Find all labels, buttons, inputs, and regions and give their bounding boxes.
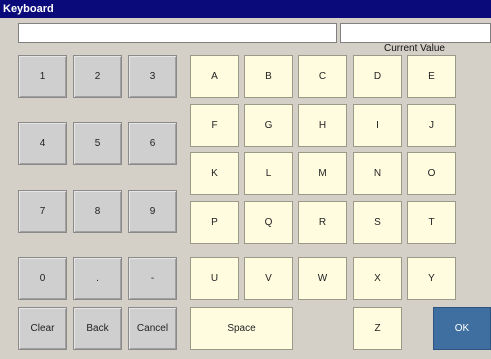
input-field[interactable] xyxy=(18,23,337,43)
key-p[interactable]: P xyxy=(190,201,239,244)
key-t[interactable]: T xyxy=(407,201,456,244)
back-button[interactable]: Back xyxy=(73,307,122,350)
key-b[interactable]: B xyxy=(244,55,293,98)
key-y[interactable]: Y xyxy=(407,257,456,300)
key-0[interactable]: 0 xyxy=(18,257,67,300)
key-7[interactable]: 7 xyxy=(18,190,67,233)
key-d[interactable]: D xyxy=(353,55,402,98)
key-x[interactable]: X xyxy=(353,257,402,300)
key-l[interactable]: L xyxy=(244,152,293,195)
key-s[interactable]: S xyxy=(353,201,402,244)
key-g[interactable]: G xyxy=(244,104,293,147)
key-8[interactable]: 8 xyxy=(73,190,122,233)
key-f[interactable]: F xyxy=(190,104,239,147)
window-title: Keyboard xyxy=(0,0,491,18)
key-j[interactable]: J xyxy=(407,104,456,147)
key-w[interactable]: W xyxy=(298,257,347,300)
key-1[interactable]: 1 xyxy=(18,55,67,98)
key-u[interactable]: U xyxy=(190,257,239,300)
cancel-button[interactable]: Cancel xyxy=(128,307,177,350)
key-e[interactable]: E xyxy=(407,55,456,98)
key-o[interactable]: O xyxy=(407,152,456,195)
key-3[interactable]: 3 xyxy=(128,55,177,98)
space-button[interactable]: Space xyxy=(190,307,293,350)
clear-button[interactable]: Clear xyxy=(18,307,67,350)
current-value-label: Current Value xyxy=(384,43,445,54)
key-k[interactable]: K xyxy=(190,152,239,195)
key-9[interactable]: 9 xyxy=(128,190,177,233)
current-value-field xyxy=(340,23,491,43)
key-2[interactable]: 2 xyxy=(73,55,122,98)
key-6[interactable]: 6 xyxy=(128,122,177,165)
key-i[interactable]: I xyxy=(353,104,402,147)
key-h[interactable]: H xyxy=(298,104,347,147)
key-5[interactable]: 5 xyxy=(73,122,122,165)
key-c[interactable]: C xyxy=(298,55,347,98)
key-a[interactable]: A xyxy=(190,55,239,98)
key-r[interactable]: R xyxy=(298,201,347,244)
key-minus[interactable]: - xyxy=(128,257,177,300)
key-z[interactable]: Z xyxy=(353,307,402,350)
key-q[interactable]: Q xyxy=(244,201,293,244)
key-v[interactable]: V xyxy=(244,257,293,300)
key-n[interactable]: N xyxy=(353,152,402,195)
key-4[interactable]: 4 xyxy=(18,122,67,165)
key-m[interactable]: M xyxy=(298,152,347,195)
ok-button[interactable]: OK xyxy=(433,307,491,350)
key-dot[interactable]: . xyxy=(73,257,122,300)
